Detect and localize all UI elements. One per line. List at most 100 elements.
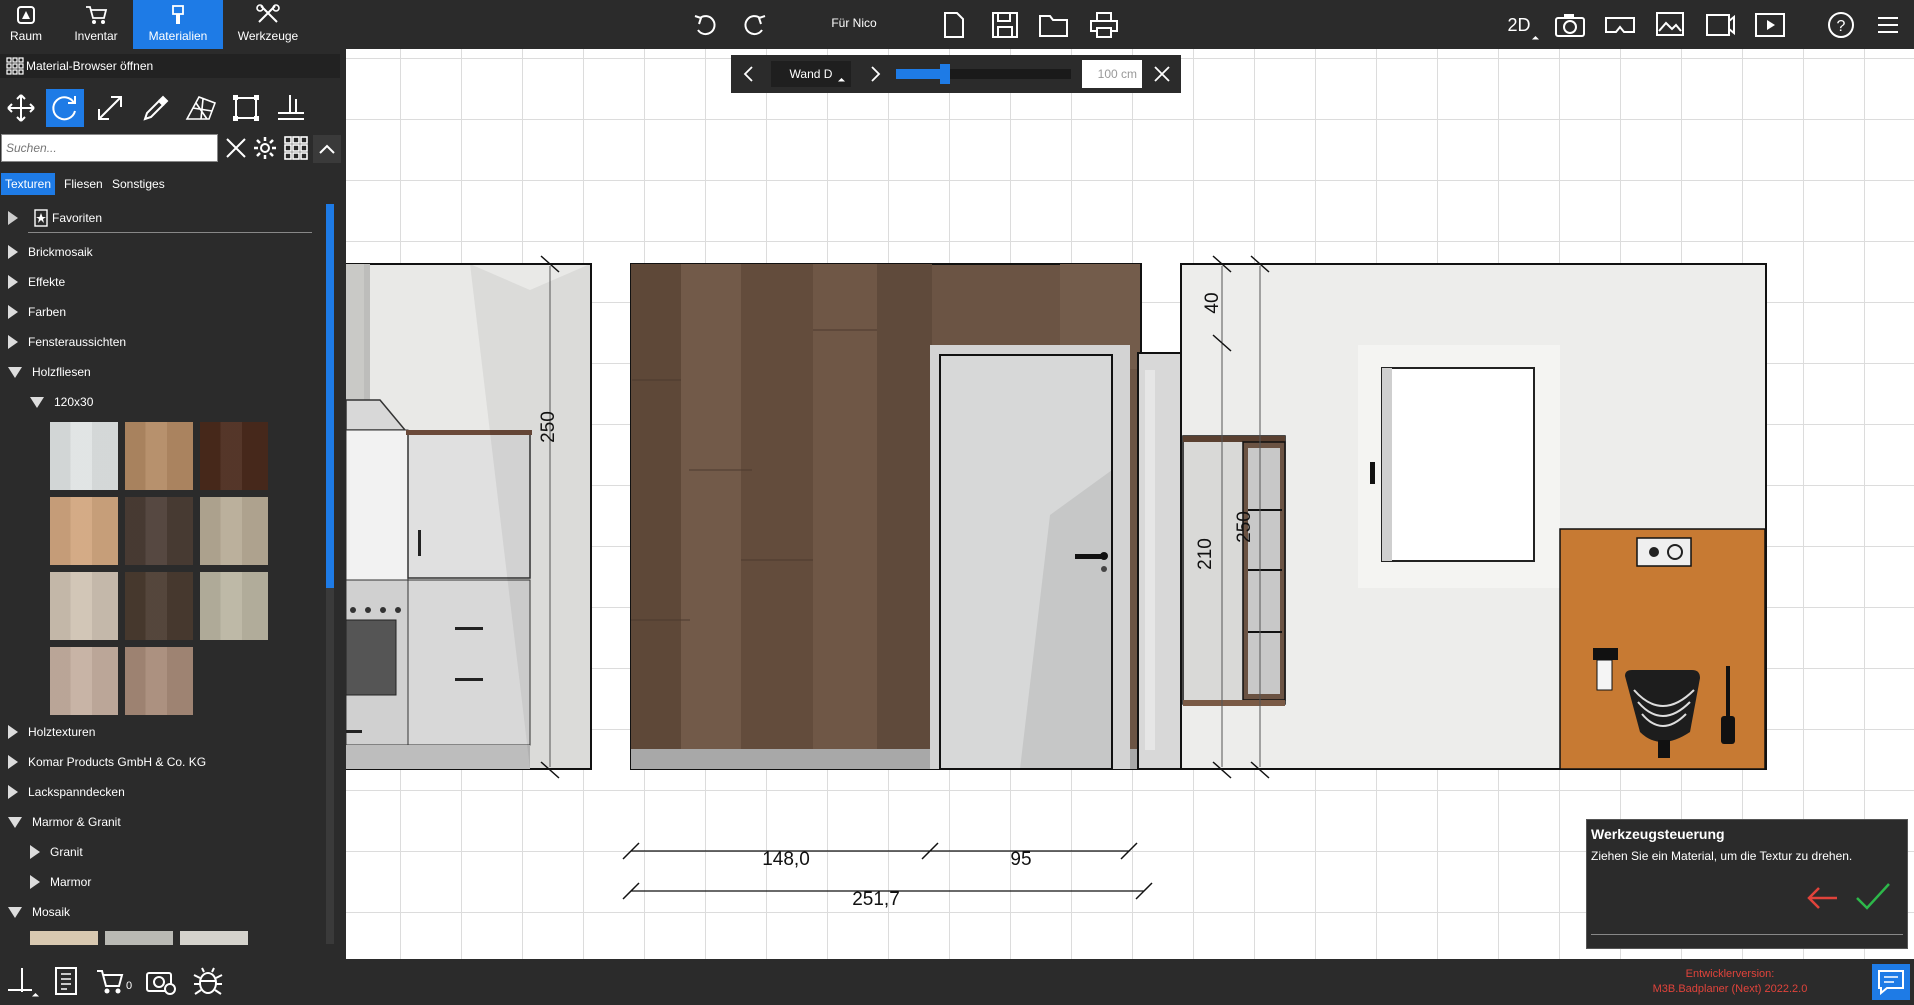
bug-report-button[interactable] bbox=[192, 966, 226, 998]
dimension-right-height: 250 bbox=[1234, 511, 1255, 543]
tree-item-lackspanndecken[interactable]: Lackspanndecken bbox=[8, 780, 125, 804]
search-settings-button[interactable] bbox=[252, 135, 278, 161]
tree-scrollbar-thumb[interactable] bbox=[326, 204, 334, 588]
material-swatch[interactable] bbox=[50, 572, 118, 640]
move-tool-button[interactable] bbox=[2, 89, 40, 127]
material-swatch[interactable] bbox=[125, 647, 193, 715]
tree-item-holztexturen[interactable]: Holztexturen bbox=[8, 720, 95, 744]
tab-werkzeuge[interactable]: Werkzeuge bbox=[230, 0, 306, 49]
item-list-button[interactable] bbox=[52, 966, 84, 998]
cancel-tool-button[interactable] bbox=[1805, 880, 1841, 916]
expand-triangle-icon bbox=[8, 275, 18, 289]
tab-fliesen[interactable]: Fliesen bbox=[60, 173, 107, 195]
vr-view-button[interactable] bbox=[1603, 8, 1637, 42]
image-render-button[interactable] bbox=[1653, 8, 1687, 42]
top-toolbar: Raum Inventar Materialien Werkzeuge Für … bbox=[0, 0, 1914, 49]
mosaic-swatch[interactable] bbox=[105, 931, 173, 945]
print-button[interactable] bbox=[1087, 8, 1121, 42]
material-swatch[interactable] bbox=[200, 422, 268, 490]
tab-raum[interactable]: Raum bbox=[0, 0, 52, 49]
help-button[interactable]: ? bbox=[1824, 8, 1858, 42]
expand-triangle-icon bbox=[30, 875, 40, 889]
expand-triangle-icon bbox=[8, 245, 18, 259]
tree-item-komar[interactable]: Komar Products GmbH & Co. KG bbox=[8, 750, 206, 774]
wall-offset-slider-knob[interactable] bbox=[940, 64, 950, 84]
open-folder-button[interactable] bbox=[1037, 8, 1071, 42]
tree-item-label: Holztexturen bbox=[28, 725, 96, 739]
tab-texturen[interactable]: Texturen bbox=[1, 173, 56, 195]
material-swatch[interactable] bbox=[50, 422, 118, 490]
material-swatch[interactable] bbox=[125, 497, 193, 565]
corner-edge-icon bbox=[278, 95, 304, 120]
presentation-button[interactable] bbox=[1753, 8, 1787, 42]
tree-item-holzfliesen[interactable]: Holzfliesen bbox=[8, 360, 91, 384]
tab-materialien[interactable]: Materialien bbox=[133, 0, 223, 49]
video-render-button[interactable] bbox=[1703, 8, 1737, 42]
grid-view-button[interactable] bbox=[283, 135, 309, 161]
tree-item-marmor[interactable]: Marmor bbox=[30, 870, 91, 894]
redo-button[interactable] bbox=[738, 8, 772, 42]
camera-settings-button[interactable] bbox=[145, 966, 179, 998]
material-swatch[interactable] bbox=[50, 497, 118, 565]
material-swatch[interactable] bbox=[125, 572, 193, 640]
tree-item-label: Marmor & Granit bbox=[32, 815, 121, 829]
tree-item-farben[interactable]: Farben bbox=[8, 300, 66, 324]
tab-inventar-label: Inventar bbox=[74, 29, 118, 43]
crop-tool-button[interactable] bbox=[227, 89, 265, 127]
cart-button[interactable]: 0 bbox=[95, 966, 135, 998]
rotate-tool-button[interactable] bbox=[46, 89, 84, 127]
chevron-right-icon bbox=[871, 66, 881, 82]
paint-brush-icon bbox=[172, 5, 184, 24]
material-browser-open-button[interactable]: Material-Browser öffnen bbox=[0, 54, 340, 78]
tree-item-label: Brickmosaik bbox=[28, 245, 93, 259]
confirm-tool-button[interactable] bbox=[1853, 878, 1893, 916]
tree-item-effekte[interactable]: Effekte bbox=[8, 270, 65, 294]
wall-select-label: Wand D bbox=[789, 67, 833, 81]
expand-triangle-icon bbox=[8, 725, 18, 739]
material-search-input[interactable] bbox=[1, 134, 218, 162]
close-wall-view-button[interactable] bbox=[1149, 61, 1175, 87]
save-button[interactable] bbox=[988, 8, 1022, 42]
material-swatch[interactable] bbox=[50, 647, 118, 715]
tab-inventar[interactable]: Inventar bbox=[60, 0, 132, 49]
tree-divider bbox=[28, 232, 312, 233]
wall-offset-slider-track[interactable] bbox=[896, 64, 1071, 84]
collapse-button[interactable] bbox=[313, 135, 341, 163]
material-swatch[interactable] bbox=[200, 497, 268, 565]
new-file-button[interactable] bbox=[937, 8, 971, 42]
material-swatch[interactable] bbox=[125, 422, 193, 490]
tree-item-fensteraussichten[interactable]: Fensteraussichten bbox=[8, 330, 126, 354]
mosaic-swatch[interactable] bbox=[30, 931, 98, 945]
eyedropper-tool-button[interactable] bbox=[137, 89, 175, 127]
undo-button[interactable] bbox=[688, 8, 722, 42]
plus-crosshair-icon bbox=[8, 968, 32, 992]
tools-icon bbox=[256, 4, 280, 23]
previous-wall-button[interactable] bbox=[731, 55, 765, 93]
next-wall-button[interactable] bbox=[859, 55, 893, 93]
perspective-grid-icon bbox=[185, 96, 217, 120]
tree-item-brickmosaik[interactable]: Brickmosaik bbox=[8, 240, 93, 264]
chat-button[interactable] bbox=[1872, 964, 1910, 1000]
material-swatch[interactable] bbox=[200, 572, 268, 640]
menu-button[interactable] bbox=[1871, 8, 1905, 42]
tab-sonstiges[interactable]: Sonstiges bbox=[108, 173, 169, 195]
tab-werkzeuge-label: Werkzeuge bbox=[237, 29, 299, 43]
scale-tool-button[interactable] bbox=[91, 89, 129, 127]
corner-tool-button[interactable] bbox=[272, 89, 310, 127]
add-point-button[interactable] bbox=[6, 966, 38, 998]
tree-item-mosaik[interactable]: Mosaik bbox=[8, 900, 70, 924]
tree-item-label: Lackspanndecken bbox=[28, 785, 125, 799]
view-mode-2d-button[interactable]: 2D bbox=[1504, 8, 1534, 42]
clear-search-button[interactable] bbox=[223, 135, 249, 161]
tree-item-marmor-granit[interactable]: Marmor & Granit bbox=[8, 810, 121, 834]
align-texture-tool-button[interactable] bbox=[182, 89, 220, 127]
wall-navigator: Wand D 100 cm bbox=[731, 55, 1181, 93]
tree-item-granit[interactable]: Granit bbox=[30, 840, 83, 864]
camera-button[interactable] bbox=[1553, 8, 1587, 42]
wall-offset-input[interactable]: 100 cm bbox=[1082, 60, 1142, 88]
mosaic-swatch[interactable] bbox=[180, 931, 248, 945]
eyedropper-icon bbox=[143, 95, 169, 121]
collapse-triangle-icon bbox=[8, 366, 22, 378]
tree-item-120x30[interactable]: 120x30 bbox=[30, 390, 93, 414]
tree-item-favoriten[interactable]: Favoriten bbox=[8, 206, 102, 230]
